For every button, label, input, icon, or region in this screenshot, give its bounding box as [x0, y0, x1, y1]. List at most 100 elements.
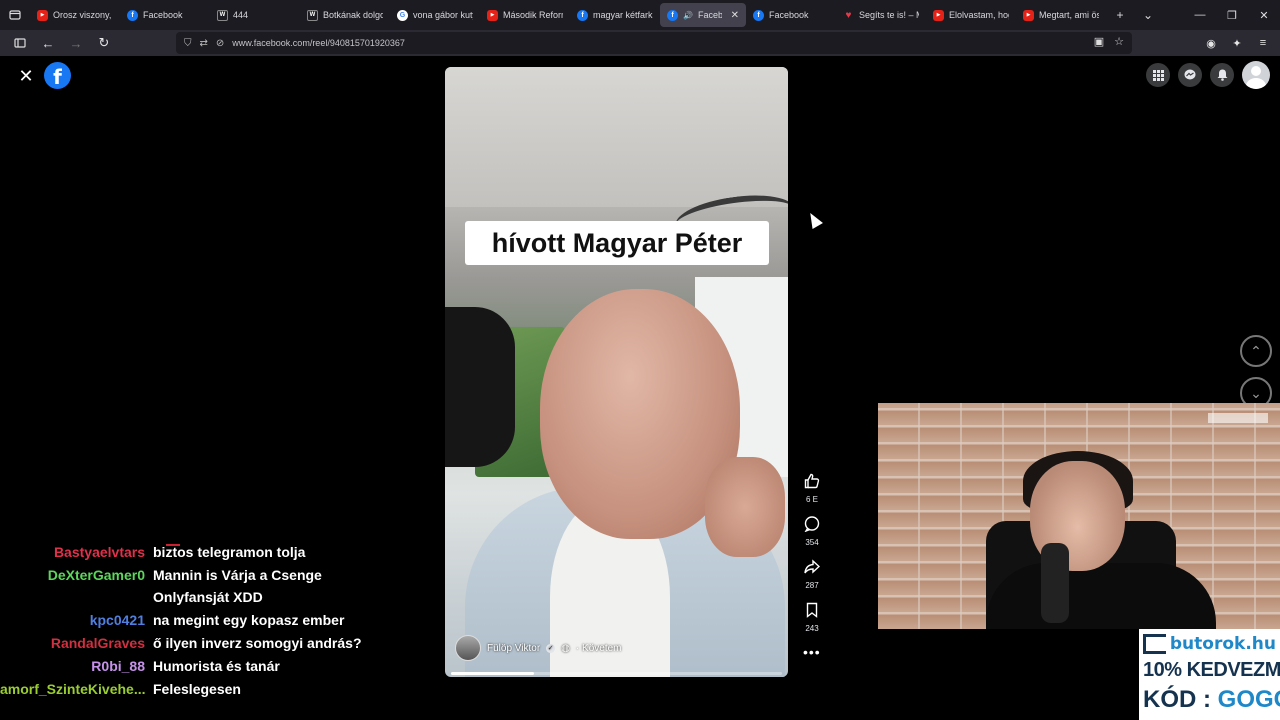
shield-icon[interactable]: ⛉: [184, 38, 192, 49]
site-favicon-icon: W: [307, 9, 318, 21]
like-count: 6 E: [805, 495, 818, 504]
sponsor-brand: butorok.hu: [1169, 633, 1276, 654]
author-avatar[interactable]: [455, 635, 481, 661]
save-button[interactable]: 243: [805, 599, 819, 642]
permissions-icon[interactable]: ⇄: [200, 38, 208, 49]
back-icon[interactable]: ←: [36, 31, 60, 55]
browser-tab[interactable]: W Botkának dolgoz: [300, 0, 390, 30]
menu-grid-icon[interactable]: [1146, 63, 1170, 87]
chat-username: amorf_SzinteKivehe...: [0, 681, 146, 697]
thumbs-up-icon: [804, 470, 820, 492]
verified-badge-icon: ✓: [546, 643, 556, 653]
browser-tab[interactable]: f Facebook: [120, 0, 210, 30]
video-progress-bar[interactable]: [451, 672, 782, 675]
browser-tab[interactable]: ▶ Megtart, ami öss: [1016, 0, 1106, 30]
facebook-favicon-icon: f: [577, 9, 588, 21]
share-button[interactable]: 287: [804, 556, 820, 599]
facebook-favicon-icon: f: [127, 9, 138, 21]
close-window-icon[interactable]: ✕: [1248, 0, 1280, 30]
reload-icon[interactable]: ↻: [92, 31, 116, 55]
facebook-logo[interactable]: f: [44, 62, 71, 89]
chat-message: amorf_SzinteKivehe... Feleslegesen: [0, 677, 440, 700]
reel-caption: hívott Magyar Péter: [465, 221, 769, 265]
browser-tab[interactable]: ▶ Orosz viszony, ja: [30, 0, 120, 30]
url-bar[interactable]: ⛉ ⇄ ⊘ www.facebook.com/reel/940815701920…: [176, 32, 1132, 54]
tabs-container: ▶ Orosz viszony, ja f Facebook W 444 W Botkának…: [30, 0, 1106, 30]
sponsor-discount: 10% KEDVEZMÉNY: [1143, 659, 1280, 681]
author-name[interactable]: Fülöp Viktor: [487, 643, 540, 654]
new-tab-icon[interactable]: +: [1106, 0, 1134, 30]
bookmark-star-icon[interactable]: ☆: [1114, 35, 1124, 48]
reel-video[interactable]: hívott Magyar Péter Fülöp Viktor ✓ ◍ · K…: [445, 67, 788, 677]
minimize-icon[interactable]: —: [1184, 0, 1216, 30]
chat-username: R0bi_88: [91, 658, 145, 674]
save-count: 243: [805, 624, 819, 633]
chat-message: RandalGraves ő ilyen inverz somogyi andrá…: [0, 631, 440, 654]
messenger-icon[interactable]: [1178, 63, 1202, 87]
youtube-favicon-icon: ▶: [933, 9, 944, 21]
more-options-icon[interactable]: •••: [803, 644, 821, 660]
reader-view-icon[interactable]: ▣: [1094, 35, 1104, 48]
browser-toolbar: ← → ↻ ⛉ ⇄ ⊘ www.facebook.com/reel/940815…: [0, 30, 1280, 56]
video-scene-seat: [445, 307, 515, 467]
browser-tab-label: Facebook: [769, 10, 809, 20]
globe-icon: ◍: [561, 642, 570, 654]
chat-text: na megint egy kopasz ember: [153, 612, 345, 628]
notifications-bell-icon[interactable]: [1210, 63, 1234, 87]
close-reel-icon[interactable]: ✕: [13, 63, 39, 89]
no-tracking-icon[interactable]: ⊘: [216, 38, 224, 49]
sponsor-code-label: KÓD :: [1143, 686, 1218, 713]
browser-tab[interactable]: f Facebook: [746, 0, 836, 30]
url-text[interactable]: www.facebook.com/reel/940815701920367: [232, 38, 405, 48]
toolbar-right: ◉ ✦ ≡: [1200, 31, 1274, 55]
tab-list-icon[interactable]: [0, 0, 30, 30]
browser-tab-label: Orosz viszony, ja: [53, 10, 113, 20]
browser-tab-label: Második Reform: [503, 10, 563, 20]
youtube-favicon-icon: ▶: [37, 9, 48, 21]
share-count: 287: [805, 581, 819, 590]
chevron-down-icon[interactable]: ⌄: [1134, 0, 1162, 30]
browser-tab[interactable]: ▶ Második Reform: [480, 0, 570, 30]
facebook-favicon-icon: f: [753, 9, 764, 21]
sponsor-banner: butorok.hu 10% KEDVEZMÉNY KÓD : GOGGER: [1139, 629, 1280, 720]
window-light: [1208, 413, 1268, 423]
bookmark-icon: [806, 599, 818, 621]
sponsor-logo-mark-icon: [1143, 633, 1166, 654]
tab-close-icon[interactable]: ✕: [731, 10, 739, 21]
forward-icon[interactable]: →: [64, 31, 88, 55]
browser-tab-label: magyar kétfarkú: [593, 10, 653, 20]
sidebar-toggle-icon[interactable]: [8, 31, 32, 55]
browser-tab[interactable]: ♥ Segíts te is! – MK: [836, 0, 926, 30]
browser-tab-label: Facebook: [697, 10, 722, 20]
browser-tab[interactable]: f magyar kétfarkú: [570, 0, 660, 30]
restore-icon[interactable]: ❐: [1216, 0, 1248, 30]
youtube-favicon-icon: ▶: [487, 9, 498, 21]
comment-icon: [804, 513, 820, 535]
menu-icon[interactable]: ≡: [1252, 31, 1274, 55]
browser-tab[interactable]: Gvona gábor kutya: [390, 0, 480, 30]
chat-text: Mannin is Várja a Csenge Onlyfansját XDD: [153, 567, 322, 605]
account-icon[interactable]: ◉: [1200, 31, 1222, 55]
chat-username: DeXterGamer0: [47, 567, 145, 583]
extensions-icon[interactable]: ✦: [1226, 31, 1248, 55]
browser-tab[interactable]: W 444: [210, 0, 300, 30]
profile-avatar[interactable]: [1242, 61, 1270, 89]
chat-username: Bastyaelvtars: [53, 544, 145, 560]
speaker-icon[interactable]: 🔊: [683, 11, 693, 20]
follow-button[interactable]: · Követem: [576, 643, 622, 654]
video-progress-fill: [451, 672, 534, 675]
comment-count: 354: [805, 538, 819, 547]
video-person-hand: [705, 457, 785, 557]
browser-tab[interactable]: f 🔊 Facebook ✕: [660, 3, 746, 27]
browser-tab-label: Segíts te is! – MK: [859, 10, 919, 20]
youtube-favicon-icon: ▶: [1023, 9, 1034, 21]
sponsor-code: GOGGER: [1217, 686, 1280, 713]
comment-button[interactable]: 354: [804, 513, 820, 556]
like-button[interactable]: 6 E: [804, 470, 820, 513]
microphone: [1041, 543, 1069, 623]
chat-message: kpc0421 na megint egy kopasz ember: [0, 608, 440, 631]
browser-tab[interactable]: ▶ Elolvastam, hogy: [926, 0, 1016, 30]
chat-message: Bastyaelvtars biztos telegramon tolja: [0, 540, 440, 563]
previous-reel-button[interactable]: ⌃: [1240, 335, 1272, 367]
browser-tab-label: Megtart, ami öss: [1039, 10, 1099, 20]
